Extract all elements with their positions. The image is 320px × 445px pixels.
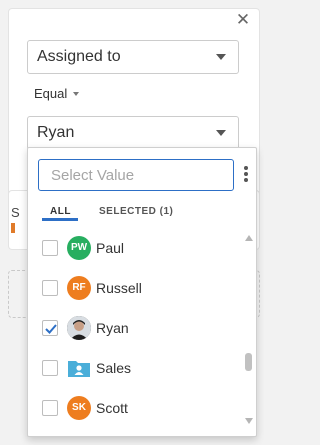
list-item-scott[interactable]: SK Scott xyxy=(28,388,242,428)
list-item-label: Paul xyxy=(96,240,125,256)
checkbox[interactable] xyxy=(42,400,58,416)
operator-select-value: Equal xyxy=(34,86,68,101)
user-photo-avatar xyxy=(67,316,91,340)
checkbox-checked[interactable] xyxy=(42,320,58,336)
list-item-ryan[interactable]: Ryan xyxy=(28,308,242,348)
list-item-paul[interactable]: PW Paul xyxy=(28,228,242,268)
avatar: SK xyxy=(67,396,91,420)
value-select[interactable]: Ryan xyxy=(27,116,239,150)
chevron-down-icon xyxy=(216,130,226,136)
scroll-down-icon[interactable] xyxy=(245,418,253,424)
scroll-up-icon[interactable] xyxy=(245,235,253,241)
value-dropdown: ALL SELECTED (1) PW Paul RF Russell xyxy=(27,147,257,437)
value-list: PW Paul RF Russell Ryan Sales SK Scott xyxy=(28,228,242,436)
value-select-value: Ryan xyxy=(37,124,75,141)
background-card-text: S xyxy=(11,205,20,220)
tab-all-underline xyxy=(42,218,78,221)
caret-down-icon xyxy=(73,92,80,96)
close-icon[interactable]: ✕ xyxy=(235,11,251,28)
list-item-label: Sales xyxy=(96,360,132,376)
tab-selected[interactable]: SELECTED (1) xyxy=(99,206,173,222)
avatar: RF xyxy=(67,276,91,300)
list-item-sales[interactable]: Sales xyxy=(28,348,242,388)
list-item-russell[interactable]: RF Russell xyxy=(28,268,242,308)
avatar: PW xyxy=(67,236,91,260)
field-select[interactable]: Assigned to xyxy=(27,40,239,74)
checkbox[interactable] xyxy=(42,280,58,296)
background-orange-marker xyxy=(11,223,15,233)
group-folder-icon xyxy=(67,356,91,380)
checkbox[interactable] xyxy=(42,360,58,376)
list-item-label: Russell xyxy=(96,280,142,296)
search-input[interactable] xyxy=(38,159,234,191)
checkbox[interactable] xyxy=(42,240,58,256)
list-item-label: Ryan xyxy=(96,320,129,336)
operator-select[interactable]: Equal xyxy=(34,86,80,102)
field-select-value: Assigned to xyxy=(37,48,121,65)
scroll-thumb[interactable] xyxy=(245,353,252,371)
check-icon xyxy=(45,324,57,334)
list-item-label: Scott xyxy=(96,400,128,416)
scrollbar[interactable] xyxy=(243,232,255,432)
chevron-down-icon xyxy=(216,54,226,60)
more-options-icon[interactable] xyxy=(242,166,250,186)
